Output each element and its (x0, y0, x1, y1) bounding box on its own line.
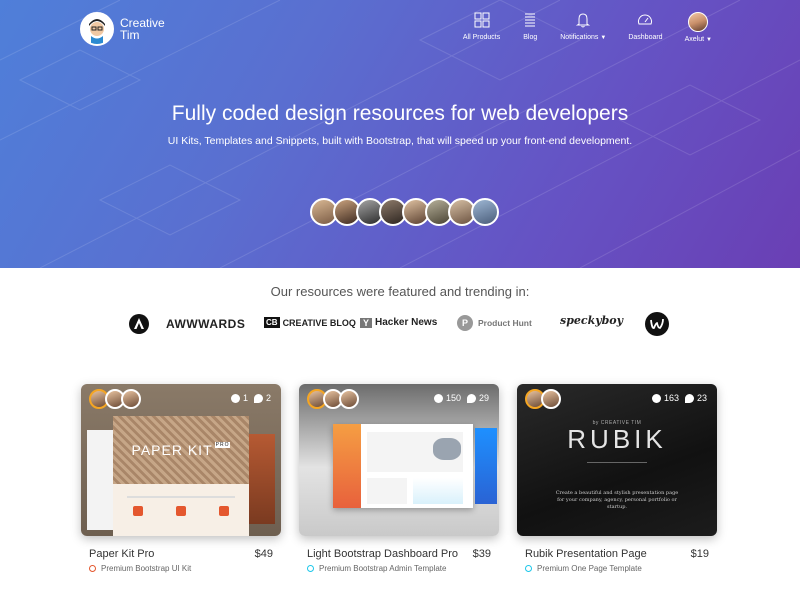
card-authors (307, 389, 359, 409)
nav-label: Blog (523, 34, 538, 41)
product-price: $39 (472, 548, 491, 560)
webdesigner-logo-icon[interactable] (644, 311, 670, 337)
nav-label: Axelut (684, 36, 705, 43)
product-hunt-icon: P (457, 315, 473, 331)
cb-icon: CB (264, 317, 280, 328)
category-dot-icon (525, 565, 532, 572)
nav-blog[interactable]: Blog (522, 12, 538, 43)
product-price: $49 (254, 548, 273, 560)
featured-logos: AWWWARDS CB CREATIVE BLOQ Y Hacker News … (128, 310, 674, 338)
download-icon (230, 393, 240, 403)
preview-title: PAPER KIT PRO (131, 442, 231, 458)
gauge-icon (638, 14, 653, 25)
awwwards-logo[interactable]: AWWWARDS (166, 317, 245, 331)
hero-subtitle: UI Kits, Templates and Snippets, built w… (167, 135, 633, 147)
grid-icon (474, 12, 490, 28)
nav-notifications[interactable]: Notifications ▼ (560, 12, 606, 43)
nav-dashboard[interactable]: Dashboard (628, 12, 663, 43)
category-dot-icon (307, 565, 314, 572)
product-category: Premium Bootstrap UI Kit (89, 564, 191, 573)
comment-icon (684, 393, 694, 403)
featured-title: Our resources were featured and trending… (270, 284, 530, 299)
download-icon (651, 393, 661, 403)
top-nav: All Products Blog Notifications ▼ Dashboa… (441, 12, 712, 43)
card-authors (525, 389, 561, 409)
avatar (121, 389, 141, 409)
download-count: 1 (242, 393, 248, 403)
nav-label: Dashboard (628, 34, 663, 41)
chevron-down-icon: ▼ (706, 37, 712, 43)
brand-text: speckyboy (560, 314, 624, 327)
comment-count: 29 (478, 393, 489, 403)
product-name[interactable]: Paper Kit Pro (89, 548, 154, 560)
bell-icon (576, 13, 591, 28)
product-name[interactable]: Rubik Presentation Page (525, 548, 647, 560)
preview-side-panel (475, 428, 497, 504)
comment-icon (466, 393, 476, 403)
avatar (339, 389, 359, 409)
avatar (688, 12, 709, 32)
ansible-logo-icon[interactable] (128, 313, 150, 335)
nav-label: Notifications (560, 34, 599, 41)
avatar (471, 198, 499, 226)
product-card[interactable]: by CREATIVE TIM RUBIK Create a beautiful… (517, 384, 717, 573)
preview-main-page: PAPER KIT PRO (113, 416, 249, 536)
product-preview[interactable]: PAPER KIT PRO 1 2 (81, 384, 281, 536)
avatar (541, 389, 561, 409)
brand-text: Hacker News (375, 317, 438, 328)
brand-text: AWWWARDS (166, 317, 246, 331)
product-preview[interactable]: 150 29 (299, 384, 499, 536)
hacker-news-logo[interactable]: Y Hacker News (360, 317, 437, 328)
creative-tim-logo-icon (80, 12, 114, 46)
product-name[interactable]: Light Bootstrap Dashboard Pro (307, 548, 458, 560)
product-price: $19 (690, 548, 709, 560)
list-icon (525, 13, 536, 27)
brand-name: Creative Tim (120, 16, 165, 42)
brand-text: CREATIVE BLOQ (282, 317, 356, 328)
nav-user-menu[interactable]: Axelut ▼ (685, 12, 712, 43)
product-preview[interactable]: by CREATIVE TIM RUBIK Create a beautiful… (517, 384, 717, 536)
nav-label: All Products (462, 34, 501, 41)
card-authors (89, 389, 141, 409)
download-icon (433, 393, 443, 403)
comment-count: 23 (696, 393, 707, 403)
product-card[interactable]: PAPER KIT PRO 1 2 Paper Kit Pro $49 Premi… (81, 384, 281, 573)
card-stats: 1 2 (225, 393, 271, 403)
category-dot-icon (89, 565, 96, 572)
card-stats: 150 29 (428, 393, 489, 403)
product-hunt-logo[interactable]: P Product Hunt (457, 315, 532, 331)
download-count: 163 (663, 393, 679, 403)
brand-logo[interactable]: Creative Tim (80, 12, 170, 46)
product-category: Premium One Page Template (525, 564, 642, 573)
preview-title: RUBIK (567, 424, 667, 454)
hero-title: Fully coded design resources for web dev… (171, 102, 629, 125)
speckyboy-logo[interactable]: speckyboy (560, 314, 623, 327)
card-stats: 163 23 (646, 393, 707, 403)
comment-count: 2 (265, 393, 271, 403)
hero-section: Creative Tim All Products Blog Notificat… (0, 0, 800, 268)
comment-icon (253, 393, 263, 403)
creative-bloq-logo[interactable]: CB CREATIVE BLOQ (264, 317, 356, 328)
preview-divider (587, 462, 647, 463)
brand-text: Product Hunt (478, 318, 532, 328)
product-card[interactable]: 150 29 Light Bootstrap Dashboard Pro $39… (299, 384, 499, 573)
y-icon: Y (360, 317, 373, 328)
nav-all-products[interactable]: All Products (463, 12, 500, 43)
preview-text: Create a beautiful and stylish presentat… (555, 490, 679, 510)
preview-dashboard (333, 424, 473, 508)
team-avatars (310, 198, 499, 226)
product-category: Premium Bootstrap Admin Template (307, 564, 446, 573)
chevron-down-icon: ▼ (600, 35, 607, 41)
download-count: 150 (445, 393, 461, 403)
